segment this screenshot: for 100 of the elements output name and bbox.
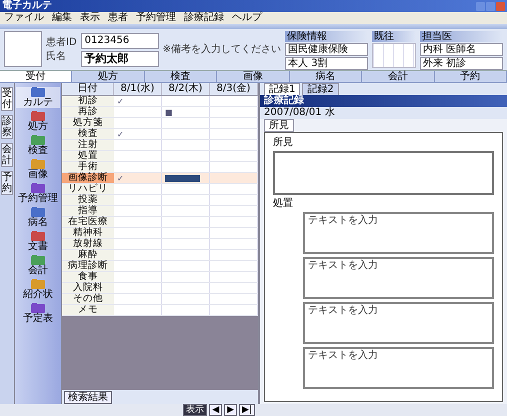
side-tab[interactable]: 予約 (1, 171, 13, 195)
sidebar-item[interactable]: 病名 (16, 207, 60, 228)
sidebar-item[interactable]: 予約管理 (16, 183, 60, 204)
menu-item[interactable]: 予約管理 (136, 12, 176, 24)
pager-button[interactable]: 表示 (183, 404, 208, 416)
cell-mark: ✓ (117, 130, 124, 138)
table-cell[interactable]: ■ (162, 107, 210, 117)
row-label[interactable]: 入院料 (62, 283, 114, 293)
row-label[interactable]: メモ (62, 305, 114, 315)
findings-label: 所見 (273, 137, 293, 148)
row-label[interactable]: 検査 (62, 129, 114, 139)
pager-button[interactable]: ▶| (239, 404, 255, 416)
row-label[interactable]: 食事 (62, 272, 114, 282)
menu-item[interactable]: 患者 (108, 12, 128, 24)
table-cell[interactable] (210, 173, 258, 183)
row-label[interactable]: 放射線 (62, 239, 114, 249)
row-label[interactable]: 指導 (62, 206, 114, 216)
menu-item[interactable]: 診療記録 (184, 12, 224, 24)
treatment-field[interactable]: テキストを入力 (303, 302, 494, 344)
table-cell[interactable]: ✓ (114, 173, 162, 183)
main-tab[interactable]: 画像 (217, 71, 290, 82)
menu-item[interactable]: 表示 (80, 12, 100, 24)
column-header: 8/2(木) (162, 83, 210, 95)
name-field[interactable]: 予約太郎 (80, 50, 159, 66)
column-header: 8/3(金) (210, 83, 258, 95)
sidebar-item[interactable]: 検査 (16, 135, 60, 156)
sidebar-item[interactable]: 予定表 (16, 303, 60, 324)
row-label[interactable]: 注射 (62, 140, 114, 150)
sidebar-label: 予約管理 (18, 193, 58, 204)
row-label[interactable]: 処方箋 (62, 118, 114, 128)
menu-item[interactable]: ファイル (4, 12, 44, 24)
sidebar-item[interactable]: カルテ (16, 87, 60, 108)
side-tab[interactable]: 診察 (1, 115, 13, 139)
row-label[interactable]: 処置 (62, 151, 114, 161)
row-label[interactable]: 在宅医療 (62, 217, 114, 227)
main-tab[interactable]: 検査 (144, 71, 218, 82)
side-tab[interactable]: 会計 (1, 143, 13, 167)
search-results-button[interactable]: 検索結果 (64, 390, 112, 404)
row-label[interactable]: 精神科 (62, 228, 114, 238)
table-cell[interactable]: ✓ (114, 129, 162, 139)
sidebar-label: 会計 (28, 265, 48, 276)
cell-mark: ✓ (117, 174, 124, 182)
row-label[interactable]: 手術 (62, 162, 114, 172)
table-cell[interactable] (162, 173, 210, 183)
row-label[interactable]: 病理診断 (62, 261, 114, 271)
main-tab[interactable]: 病名 (290, 71, 362, 82)
schedule-bar[interactable] (165, 174, 200, 182)
treatment-field[interactable]: テキストを入力 (303, 257, 494, 299)
insurance-field[interactable]: 国民健康保険 (285, 43, 368, 56)
row-label[interactable]: その他 (62, 294, 114, 304)
table-cell[interactable]: ✓ (114, 96, 162, 106)
sidebar-item[interactable]: 処方 (16, 111, 60, 132)
minimize-button[interactable] (476, 2, 485, 10)
window-title: 電子カルテ (2, 0, 52, 12)
row-label[interactable]: 再診 (62, 107, 114, 117)
main-tab[interactable]: 予約 (434, 71, 507, 82)
sidebar-item[interactable]: 画像 (16, 159, 60, 180)
folder-icon (31, 183, 45, 193)
row-label[interactable]: 初診 (62, 96, 114, 106)
close-button[interactable] (496, 2, 505, 10)
findings-tab[interactable]: 所見 (264, 119, 294, 132)
column-header: 8/1(水) (114, 83, 162, 95)
pager-button[interactable]: ▶ (224, 404, 238, 416)
row-label[interactable]: 投薬 (62, 195, 114, 205)
record-tab[interactable]: 記録2 (302, 83, 339, 95)
main-tab[interactable]: 受付 (0, 71, 72, 82)
main-tab[interactable]: 処方 (72, 71, 145, 82)
row-label[interactable]: 画像診断 (62, 173, 114, 183)
column-header: 日付 (62, 83, 114, 95)
sidebar-item[interactable]: 紹介状 (16, 279, 60, 300)
record-tab[interactable]: 記録1 (264, 83, 300, 95)
doctor-field[interactable]: 内科 医師名 (420, 43, 504, 56)
treatment-field[interactable]: テキストを入力 (303, 347, 494, 389)
insurance-field[interactable]: 本人 3割 (285, 57, 368, 70)
pager-button[interactable]: ◀ (209, 404, 222, 416)
cell-mark: ✓ (117, 96, 124, 106)
findings-field[interactable] (273, 151, 494, 195)
side-tab[interactable]: 受付 (1, 87, 13, 111)
sidebar-item[interactable]: 文書 (16, 231, 60, 252)
doctor-field[interactable]: 外来 初診 (420, 57, 504, 70)
folder-icon (31, 207, 45, 217)
main-tab[interactable]: 会計 (362, 71, 435, 82)
id-field[interactable]: 0123456 (80, 32, 159, 48)
folder-icon (31, 279, 45, 289)
folder-icon (31, 87, 45, 97)
folder-icon (31, 303, 45, 313)
sidebar-label: 文書 (28, 241, 48, 252)
menu-item[interactable]: ヘルプ (232, 12, 262, 24)
menu-item[interactable]: 編集 (52, 12, 72, 24)
name-label: 氏名 (46, 50, 67, 62)
treatment-field[interactable]: テキストを入力 (303, 212, 494, 254)
sidebar-label: 病名 (28, 217, 48, 228)
record-date: 2007/08/01 水 (260, 107, 507, 119)
treatment-label: 処置 (273, 198, 293, 209)
folder-icon (31, 111, 45, 121)
row-label[interactable]: リハビリ (62, 184, 114, 194)
row-label[interactable]: 麻酔 (62, 250, 114, 260)
sidebar-item[interactable]: 会計 (16, 255, 60, 276)
maximize-button[interactable] (486, 2, 495, 10)
record-header: 診療記録 (260, 95, 507, 107)
